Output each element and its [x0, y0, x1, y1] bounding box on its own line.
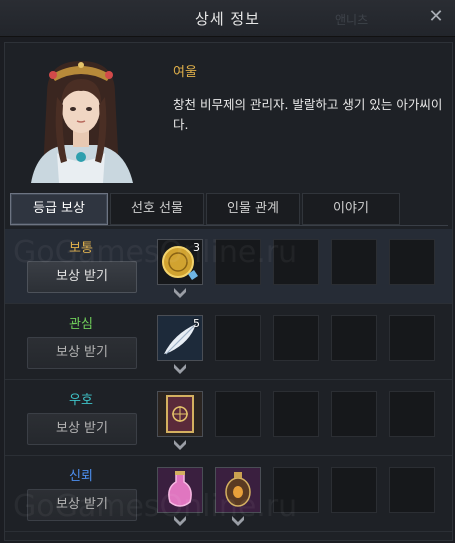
character-portrait	[17, 53, 145, 183]
item-count: 5	[193, 317, 200, 330]
lantern-icon	[216, 468, 260, 512]
tier-label: 보통	[69, 241, 93, 256]
reward-row-friendly: 우호 보상 받기	[5, 381, 452, 456]
window-title: 상세 정보	[195, 10, 260, 28]
tab-relationships[interactable]: 인물 관계	[206, 193, 300, 225]
character-description: 창천 비무제의 관리자. 발랄하고 생기 있는 아가씨이다.	[173, 97, 443, 132]
reward-row-trust: 신뢰 보상 받기	[5, 457, 452, 532]
card-box-icon	[158, 392, 202, 436]
chevron-down-icon	[174, 516, 186, 526]
character-name: 여울	[173, 65, 197, 80]
close-icon[interactable]: ✕	[426, 6, 446, 28]
background-name-text: 앤니츠	[335, 13, 369, 27]
reward-slot[interactable]	[215, 467, 261, 526]
reward-slot[interactable]	[157, 467, 203, 526]
pink-potion-icon	[158, 468, 202, 512]
tab-bar: 등급 보상 선호 선물 인물 관계 이야기	[10, 193, 450, 225]
empty-reward-slot	[389, 391, 435, 437]
empty-reward-slot	[215, 239, 261, 285]
detail-panel: 여울 창천 비무제의 관리자. 발랄하고 생기 있는 아가씨이다. 등급 보상 …	[4, 42, 453, 541]
reward-slot[interactable]: 5	[157, 315, 203, 374]
empty-reward-slot	[389, 467, 435, 513]
tab-divider	[10, 225, 448, 226]
tier-label: 관심	[69, 317, 93, 332]
item-count: 3	[193, 241, 200, 254]
tab-grade-reward[interactable]: 등급 보상	[10, 193, 108, 225]
empty-reward-slot	[273, 315, 319, 361]
tab-story[interactable]: 이야기	[302, 193, 400, 225]
chevron-down-icon	[174, 288, 186, 298]
empty-reward-slot	[389, 315, 435, 361]
claim-reward-button[interactable]: 보상 받기	[27, 413, 137, 445]
empty-reward-slot	[331, 467, 377, 513]
empty-reward-slot	[273, 239, 319, 285]
empty-reward-slot	[273, 467, 319, 513]
reward-row-normal: 보통 보상 받기 3	[5, 229, 452, 304]
tab-preferred-gift[interactable]: 선호 선물	[110, 193, 204, 225]
empty-reward-slot	[215, 315, 261, 361]
reward-slot[interactable]: 3	[157, 239, 203, 298]
empty-reward-slot	[331, 315, 377, 361]
empty-reward-slot	[389, 239, 435, 285]
chevron-down-icon	[174, 364, 186, 374]
claim-reward-button[interactable]: 보상 받기	[27, 489, 137, 521]
tier-label: 신뢰	[69, 469, 93, 484]
claim-reward-button[interactable]: 보상 받기	[27, 337, 137, 369]
empty-reward-slot	[331, 391, 377, 437]
reward-slot[interactable]	[157, 391, 203, 450]
tier-label: 우호	[69, 393, 93, 408]
empty-reward-slot	[273, 391, 319, 437]
empty-reward-slot	[215, 391, 261, 437]
reward-row-interest: 관심 보상 받기 5	[5, 305, 452, 380]
chevron-down-icon	[232, 516, 244, 526]
title-bar: 상세 정보 앤니츠 ✕	[0, 0, 455, 37]
chevron-down-icon	[174, 440, 186, 450]
claim-reward-button[interactable]: 보상 받기	[27, 261, 137, 293]
empty-reward-slot	[331, 239, 377, 285]
